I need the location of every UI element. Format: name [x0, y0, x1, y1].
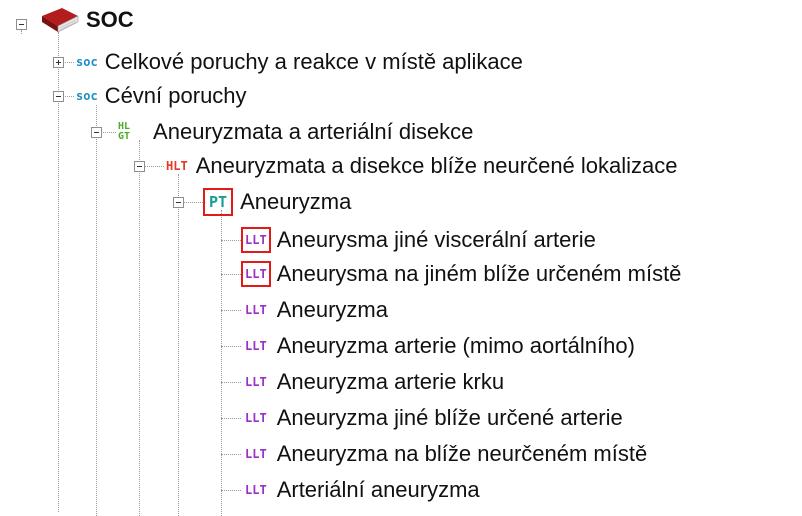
tree-connector	[221, 418, 241, 419]
tree-node-llt[interactable]: LLT Aneuryzma jiné blíže určené arterie	[245, 403, 623, 433]
tree-node-label: Aneuryzma	[276, 297, 388, 322]
tree-node-root[interactable]: SOC	[38, 5, 134, 35]
llt-badge-icon: LLT	[241, 227, 271, 253]
tree-node-llt[interactable]: LLT Aneurysma na jiném blíže určeném mís…	[241, 259, 681, 289]
tree-connector	[221, 240, 241, 241]
llt-badge-icon: LLT	[245, 303, 267, 317]
tree-node-label: Aneurysma jiné viscerální arterie	[276, 227, 596, 252]
tree-node-llt[interactable]: LLT Aneuryzma	[245, 295, 388, 325]
tree-node-llt[interactable]: LLT Arteriální aneuryzma	[245, 475, 480, 505]
tree-node-label: Aneuryzmata a arteriální disekce	[153, 119, 474, 144]
tree-node-hlt[interactable]: HLT Aneuryzmata a disekce blíže neurčené…	[166, 151, 678, 181]
hlgt-badge-icon: HL GT	[118, 122, 130, 142]
tree-connector	[221, 490, 241, 491]
tree-connector	[221, 454, 241, 455]
tree-node-label: Aneuryzma jiné blíže určené arterie	[276, 405, 623, 430]
tree-node-llt[interactable]: LLT Aneuryzma na blíže neurčeném místě	[245, 439, 647, 469]
collapse-toggle[interactable]	[91, 127, 102, 138]
tree-connector	[58, 32, 59, 512]
root-collapse-toggle[interactable]	[16, 19, 27, 30]
tree-node-label: Aneuryzma arterie (mimo aortálního)	[276, 333, 635, 358]
tree-node-label: Celkové poruchy a reakce v místě aplikac…	[104, 49, 523, 74]
llt-badge-icon: LLT	[245, 375, 267, 389]
tree-connector	[221, 310, 241, 311]
hlgt-badge-bottom: GT	[118, 131, 131, 142]
llt-badge-icon: LLT	[245, 339, 267, 353]
llt-badge-icon: LLT	[245, 483, 267, 497]
tree-connector	[178, 174, 179, 516]
expand-toggle[interactable]	[53, 57, 64, 68]
book-icon	[42, 8, 79, 33]
tree-node-hlgt[interactable]: HL GT Aneuryzmata a arteriální disekce	[118, 117, 473, 147]
tree-node-pt[interactable]: PT Aneuryzma	[203, 187, 351, 217]
collapse-toggle[interactable]	[134, 161, 145, 172]
tree-node-label: Aneuryzmata a disekce blíže neurčené lok…	[195, 153, 678, 178]
llt-badge-icon: LLT	[245, 411, 267, 425]
tree-node-label: Aneuryzma	[240, 189, 352, 214]
tree-node-root-label: SOC	[86, 7, 134, 32]
tree-node-label: Aneuryzma arterie krku	[276, 369, 505, 394]
tree-node-soc[interactable]: soc Celkové poruchy a reakce v místě apl…	[76, 47, 523, 77]
llt-badge-icon: LLT	[241, 261, 271, 287]
tree-node-llt[interactable]: LLT Aneurysma jiné viscerální arterie	[241, 225, 596, 255]
pt-badge-icon: PT	[203, 188, 234, 216]
tree-node-soc[interactable]: soc Cévní poruchy	[76, 81, 247, 111]
tree-connector	[21, 30, 22, 34]
soc-badge-icon: soc	[76, 55, 98, 69]
hlt-badge-icon: HLT	[166, 159, 188, 173]
collapse-toggle[interactable]	[53, 91, 64, 102]
tree-connector	[96, 105, 97, 516]
tree-node-llt[interactable]: LLT Aneuryzma arterie krku	[245, 367, 504, 397]
soc-badge-icon: soc	[76, 89, 98, 103]
tree-node-llt[interactable]: LLT Aneuryzma arterie (mimo aortálního)	[245, 331, 635, 361]
tree-connector	[221, 210, 222, 516]
tree-connector	[221, 274, 241, 275]
tree-connector	[221, 382, 241, 383]
tree-node-label: Arteriální aneuryzma	[276, 477, 480, 502]
tree-node-label: Cévní poruchy	[104, 83, 247, 108]
collapse-toggle[interactable]	[173, 197, 184, 208]
tree-node-label: Aneuryzma na blíže neurčeném místě	[276, 441, 648, 466]
llt-badge-icon: LLT	[245, 447, 267, 461]
tree-connector	[139, 140, 140, 516]
tree-connector	[221, 346, 241, 347]
tree-node-label: Aneurysma na jiném blíže určeném místě	[276, 261, 682, 286]
